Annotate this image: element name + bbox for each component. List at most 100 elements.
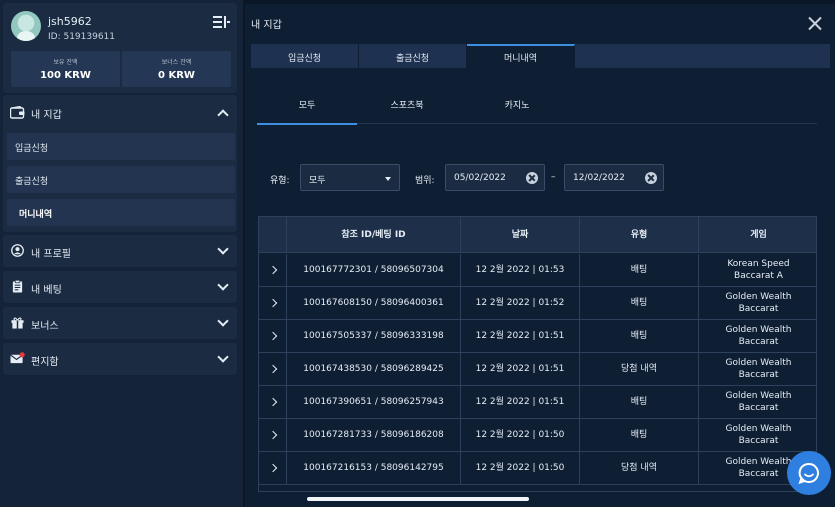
from-date-value: 05/02/2022: [454, 173, 506, 183]
balance-held-value: 100 KRW: [40, 70, 91, 81]
row-ref-id: 100167216153 / 58096142795: [287, 452, 461, 484]
row-expand-cell[interactable]: [259, 386, 287, 418]
type-select[interactable]: 모두: [300, 164, 400, 191]
sidebar-section-bonus[interactable]: 보너스: [3, 307, 237, 339]
chevron-right-icon: [268, 397, 277, 407]
row-expand-cell[interactable]: [259, 353, 287, 385]
row-game-line2: Baccarat: [738, 436, 779, 446]
table-row[interactable]: 100167216153 / 58096142795 12 2월 2022 | …: [259, 452, 816, 485]
row-game-line2: Baccarat: [738, 337, 779, 347]
from-date-input[interactable]: 05/02/2022: [445, 164, 545, 191]
chevron-down-icon: [217, 279, 229, 291]
chevron-right-icon: [268, 364, 277, 374]
row-game: Golden Wealth Baccarat: [699, 353, 816, 385]
row-date: 12 2월 2022 | 01:51: [461, 353, 580, 385]
chevron-down-icon: [217, 315, 229, 327]
row-ref-id: 100167772301 / 58096507304: [287, 254, 461, 286]
row-game-line2: Baccarat: [738, 304, 779, 314]
sidebar: jsh5962 ID: 519139611 보유 잔액 100 KRW 보너스 …: [0, 0, 243, 507]
row-game-line1: Golden Wealth: [725, 424, 792, 434]
balance-held: 보유 잔액 100 KRW: [11, 51, 120, 87]
home-indicator: [307, 497, 529, 501]
tab-withdraw[interactable]: 출금신청: [359, 44, 467, 68]
row-expand-cell[interactable]: [259, 452, 287, 484]
row-type: 당첨 내역: [580, 353, 699, 385]
row-game: Golden Wealth Baccarat: [699, 320, 816, 352]
row-ref-id: 100167438530 / 58096289425: [287, 353, 461, 385]
row-ref-id: 100167608150 / 58096400361: [287, 287, 461, 319]
table-row[interactable]: 100167772301 / 58096507304 12 2월 2022 | …: [259, 254, 816, 287]
row-game-line1: Golden Wealth: [725, 391, 792, 401]
sidebar-section-profile[interactable]: 내 프로필: [3, 235, 237, 267]
sidebar-section-betting[interactable]: 내 베팅: [3, 271, 237, 303]
row-type: 당첨 내역: [580, 452, 699, 484]
row-type: 배팅: [580, 386, 699, 418]
row-game-line1: Golden Wealth: [725, 325, 792, 335]
row-expand-cell[interactable]: [259, 419, 287, 451]
balance-held-label: 보유 잔액: [53, 59, 78, 66]
row-ref-id: 100167505337 / 58096333198: [287, 320, 461, 352]
history-table: 참조 ID/베팅 ID 날짜 유형 게임 100167772301 / 5809…: [258, 216, 817, 492]
table-row[interactable]: 100167608150 / 58096400361 12 2월 2022 | …: [259, 287, 816, 320]
table-row[interactable]: 100167281733 / 58096186208 12 2월 2022 | …: [259, 419, 816, 452]
chevron-down-icon: [217, 243, 229, 255]
subtab-casino[interactable]: 카지노: [467, 94, 567, 124]
row-game-line1: Korean Speed: [727, 259, 790, 269]
history-subtabs: 모두 스포츠북 카지노: [257, 94, 817, 125]
row-date: 12 2월 2022 | 01:51: [461, 320, 580, 352]
avatar[interactable]: [11, 11, 41, 41]
to-date-input[interactable]: 12/02/2022: [564, 164, 664, 191]
gift-icon: [11, 317, 24, 329]
header-ref-id: 참조 ID/베팅 ID: [287, 217, 461, 252]
header-date: 날짜: [461, 217, 580, 252]
row-date: 12 2월 2022 | 01:51: [461, 386, 580, 418]
chevron-right-icon: [268, 331, 277, 341]
sidebar-bonus-title: 보너스: [31, 321, 59, 332]
table-row[interactable]: 100167505337 / 58096333198 12 2월 2022 | …: [259, 320, 816, 353]
row-expand-cell[interactable]: [259, 287, 287, 319]
chevron-right-icon: [268, 298, 277, 308]
row-type: 배팅: [580, 254, 699, 286]
row-game-line2: Baccarat: [738, 403, 779, 413]
row-game: Golden Wealth Baccarat: [699, 419, 816, 451]
row-ref-id: 100167390651 / 58096257943: [287, 386, 461, 418]
table-row[interactable]: 100167390651 / 58096257943 12 2월 2022 | …: [259, 386, 816, 419]
sidebar-section-mailbox[interactable]: 편지함: [3, 343, 237, 375]
sidebar-section-wallet: 내 지갑 입금신청 출금신청 머니내역: [3, 95, 237, 232]
wallet-tabs: 입금신청 출금신청 머니내역: [251, 44, 830, 68]
sidebar-betting-title: 내 베팅: [31, 285, 62, 296]
chat-button[interactable]: [787, 451, 831, 495]
tab-money-history[interactable]: 머니내역: [467, 44, 575, 68]
subtab-all[interactable]: 모두: [257, 94, 357, 125]
row-game-line1: Golden Wealth: [725, 358, 792, 368]
sidebar-profile-title: 내 프로필: [31, 249, 71, 260]
header-game: 게임: [750, 229, 767, 240]
tab-deposit[interactable]: 입금신청: [251, 44, 359, 68]
row-game: Korean Speed Baccarat A: [699, 254, 816, 286]
row-game-line1: Golden Wealth: [725, 457, 792, 467]
row-game: Golden Wealth Baccarat: [699, 386, 816, 418]
row-ref-id: 100167281733 / 58096186208: [287, 419, 461, 451]
range-filter-label: 범위:: [415, 176, 435, 186]
sidebar-item-withdraw[interactable]: 출금신청: [7, 166, 235, 193]
user-id: ID: 519139611: [48, 32, 116, 42]
row-type: 배팅: [580, 320, 699, 352]
sidebar-item-money-history[interactable]: 머니내역: [7, 199, 235, 226]
row-game-line2: Baccarat A: [734, 271, 783, 281]
row-game-line1: Golden Wealth: [725, 292, 792, 302]
table-row[interactable]: 100167438530 / 58096289425 12 2월 2022 | …: [259, 353, 816, 386]
subtab-sportsbook[interactable]: 스포츠북: [357, 94, 457, 124]
sidebar-wallet-header[interactable]: 내 지갑: [3, 95, 237, 131]
betting-clipboard-icon: [12, 280, 23, 293]
clear-from-date-icon[interactable]: [526, 172, 538, 184]
clear-to-date-icon[interactable]: [645, 172, 657, 184]
row-game: Golden Wealth Baccarat: [699, 287, 816, 319]
sidebar-item-deposit[interactable]: 입금신청: [7, 133, 235, 160]
row-expand-cell[interactable]: [259, 320, 287, 352]
row-date: 12 2월 2022 | 01:53: [461, 254, 580, 286]
username: jsh5962: [48, 15, 92, 28]
menu-toggle-icon[interactable]: [213, 16, 230, 30]
close-icon[interactable]: [808, 16, 822, 30]
row-game-line2: Baccarat: [738, 469, 779, 479]
row-expand-cell[interactable]: [259, 254, 287, 286]
